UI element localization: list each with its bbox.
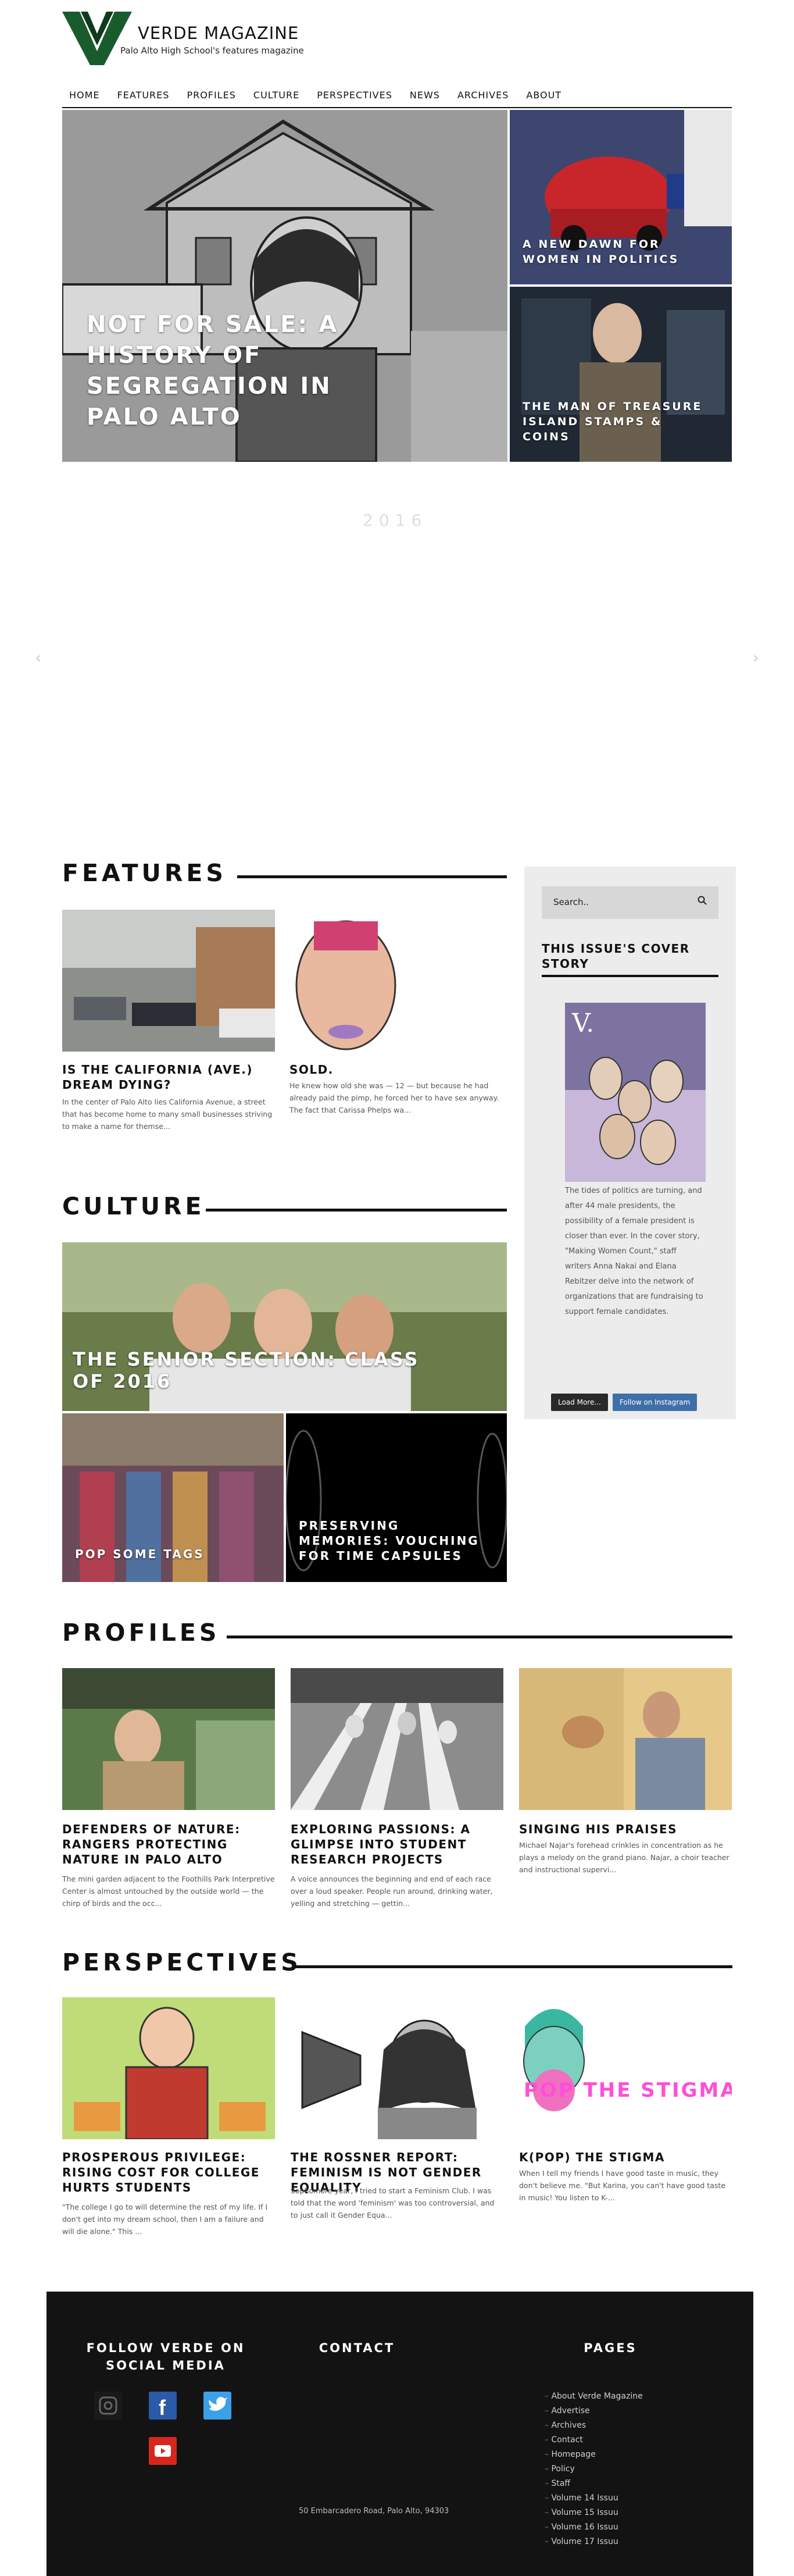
footer-link-policy[interactable]: Policy	[545, 2462, 643, 2477]
features-card-1-excerpt: In the center of Palo Alto lies Californ…	[62, 1098, 273, 1131]
profiles-rule	[227, 1636, 732, 1638]
hero-side1-title[interactable]: A NEW DAWN FOR WOMEN IN POLITICS	[523, 237, 714, 267]
perspectives-card-3-image[interactable]: POP THE STIGMA	[519, 1997, 732, 2139]
facebook-icon[interactable]: f	[149, 2392, 177, 2420]
search-box[interactable]: Search..	[542, 886, 718, 919]
cover-story-heading: THIS ISSUE'S COVER STORY	[542, 941, 718, 977]
profiles-card-1-title[interactable]: DEFENDERS OF NATURE: RANGERS PROTECTING …	[62, 1822, 275, 1867]
site-footer: FOLLOW VERDE ON SOCIAL MEDIA CONTACT PAG…	[47, 2292, 753, 2576]
hero-side2-title[interactable]: THE MAN OF TREASURE ISLAND STAMPS & COIN…	[523, 399, 714, 444]
footer-link-volume-17[interactable]: Volume 17 Issuu	[545, 2535, 643, 2549]
nav-home[interactable]: HOME	[69, 90, 100, 101]
footer-link-volume-15[interactable]: Volume 15 Issuu	[545, 2506, 643, 2520]
perspectives-card-3-title[interactable]: K(POP) THE STIGMA	[519, 2150, 732, 2165]
youtube-icon[interactable]	[149, 2437, 177, 2465]
load-more-button[interactable]: Load More...	[551, 1394, 608, 1411]
page-wrapper: VERDE MAGAZINE Palo Alto High School's f…	[62, 0, 732, 462]
profiles-card-3-title[interactable]: SINGING HIS PRAISES	[519, 1822, 732, 1837]
culture-sub-story-2[interactable]: PRESERVING MEMORIES: VOUCHING FOR TIME C…	[286, 1413, 507, 1582]
profiles-card-2-title[interactable]: EXPLORING PASSIONS: A GLIMPSE INTO STUDE…	[291, 1822, 503, 1867]
search-icon[interactable]	[698, 896, 707, 907]
culture-heading: CULTURE	[62, 1192, 205, 1220]
features-card-2-title[interactable]: SOLD.	[289, 1062, 502, 1077]
main-nav: HOME FEATURES PROFILES CULTURE PERSPECTI…	[62, 81, 732, 108]
profiles-card-1-image[interactable]	[62, 1668, 275, 1810]
svg-text:V.: V.	[571, 1009, 594, 1038]
footer-link-about[interactable]: About Verde Magazine	[545, 2389, 642, 2404]
culture-sub2-title[interactable]: PRESERVING MEMORIES: VOUCHING FOR TIME C…	[299, 1518, 491, 1563]
cover-story-text: The tides of politics are turning, and a…	[565, 1187, 703, 1316]
culture-main-story[interactable]: THE SENIOR SECTION: CLASS OF 2016	[62, 1242, 507, 1411]
footer-pages-heading: PAGES	[584, 2341, 637, 2355]
culture-sub-story-1[interactable]: POP SOME TAGS	[62, 1413, 284, 1582]
slider-next-icon[interactable]: ›	[753, 648, 759, 667]
culture-main-title[interactable]: THE SENIOR SECTION: CLASS OF 2016	[73, 1348, 433, 1392]
nav-perspectives[interactable]: PERSPECTIVES	[317, 90, 392, 101]
hero-side-story-1[interactable]: A NEW DAWN FOR WOMEN IN POLITICS	[510, 110, 732, 284]
instagram-icon[interactable]	[94, 2392, 122, 2420]
perspectives-card-3-excerpt: When I tell my friends I have good taste…	[519, 2169, 726, 2202]
hero-grid: NOT FOR SALE: A HISTORY OF SEGREGATION I…	[62, 110, 732, 462]
footer-link-staff[interactable]: Staff	[545, 2477, 643, 2491]
nav-features[interactable]: FEATURES	[117, 90, 170, 101]
perspectives-heading: PERSPECTIVES	[62, 1948, 302, 1976]
features-card-1-image[interactable]	[62, 910, 275, 1052]
site-subtitle: Palo Alto High School's features magazin…	[120, 45, 304, 56]
footer-social-heading: FOLLOW VERDE ON SOCIAL MEDIA	[86, 2341, 245, 2372]
perspectives-card-1-excerpt: "The college I go to will determine the …	[62, 2203, 268, 2236]
footer-address: 50 Embarcadero Road, Palo Alto, 94303	[299, 2507, 449, 2516]
perspectives-card-2-image[interactable]	[291, 1997, 503, 2139]
footer-link-volume-14[interactable]: Volume 14 Issuu	[545, 2491, 643, 2506]
slide-logo: 2016	[363, 511, 428, 530]
profiles-card-1-excerpt: The mini garden adjacent to the Foothill…	[62, 1875, 275, 1908]
perspectives-card-2-excerpt: Sophomore year, I tried to start a Femin…	[291, 2186, 495, 2219]
features-rule	[237, 875, 507, 878]
footer-contact-heading: CONTACT	[319, 2341, 395, 2355]
footer-link-contact[interactable]: Contact	[545, 2433, 643, 2447]
nav-archives[interactable]: ARCHIVES	[457, 90, 509, 101]
cover-image[interactable]: V.	[565, 1003, 706, 1182]
hero-main-story[interactable]: NOT FOR SALE: A HISTORY OF SEGREGATION I…	[62, 110, 507, 462]
site-title[interactable]: VERDE MAGAZINE	[138, 23, 299, 43]
slider-prev-icon[interactable]: ‹	[35, 648, 41, 667]
site-header: VERDE MAGAZINE Palo Alto High School's f…	[62, 0, 732, 81]
footer-link-homepage[interactable]: Homepage	[545, 2447, 643, 2462]
perspectives-card-1-image[interactable]	[62, 1997, 275, 2139]
nav-about[interactable]: ABOUT	[526, 90, 561, 101]
footer-link-archives[interactable]: Archives	[545, 2418, 643, 2433]
hero-main-title[interactable]: NOT FOR SALE: A HISTORY OF SEGREGATION I…	[87, 309, 412, 433]
nav-profiles[interactable]: PROFILES	[187, 90, 235, 101]
footer-link-advertise[interactable]: Advertise	[545, 2404, 643, 2418]
features-heading: FEATURES	[62, 859, 227, 887]
hero-side-story-2[interactable]: THE MAN OF TREASURE ISLAND STAMPS & COIN…	[510, 287, 732, 462]
image-slider: 2016 ‹ ›	[0, 462, 794, 834]
features-card-2-excerpt: He knew how old she was — 12 — but becau…	[289, 1081, 499, 1114]
culture-rule	[206, 1209, 507, 1212]
search-input[interactable]: Search..	[553, 897, 589, 907]
perspectives-rule	[295, 1965, 732, 1968]
features-card-1-title[interactable]: IS THE CALIFORNIA (AVE.) DREAM DYING?	[62, 1062, 275, 1092]
profiles-card-2-excerpt: A voice announces the beginning and end …	[291, 1875, 493, 1908]
footer-pages-list: About Verde Magazine Advertise Archives …	[545, 2389, 643, 2549]
profiles-card-3-image[interactable]	[519, 1668, 732, 1810]
culture-sub1-title[interactable]: POP SOME TAGS	[75, 1547, 205, 1561]
nav-culture[interactable]: CULTURE	[253, 90, 299, 101]
follow-instagram-button[interactable]: Follow on Instagram	[613, 1394, 698, 1411]
perspectives-card-1-title[interactable]: PROSPEROUS PRIVILEGE: RISING COST FOR CO…	[62, 2150, 275, 2195]
profiles-card-2-image[interactable]	[291, 1668, 503, 1810]
nav-news[interactable]: NEWS	[410, 90, 440, 101]
twitter-icon[interactable]	[203, 2392, 231, 2420]
profiles-card-3-excerpt: Michael Najar's forehead crinkles in con…	[519, 1841, 729, 1874]
verde-logo[interactable]	[62, 10, 132, 66]
footer-link-volume-16[interactable]: Volume 16 Issuu	[545, 2520, 643, 2535]
kpop-art-text: POP THE STIGMA	[524, 2079, 732, 2102]
svg-text:f: f	[159, 2396, 166, 2420]
features-card-2-image[interactable]	[289, 910, 402, 1052]
profiles-heading: PROFILES	[62, 1619, 220, 1647]
sidebar: Search.. THIS ISSUE'S COVER STORY V. The…	[524, 867, 736, 1419]
